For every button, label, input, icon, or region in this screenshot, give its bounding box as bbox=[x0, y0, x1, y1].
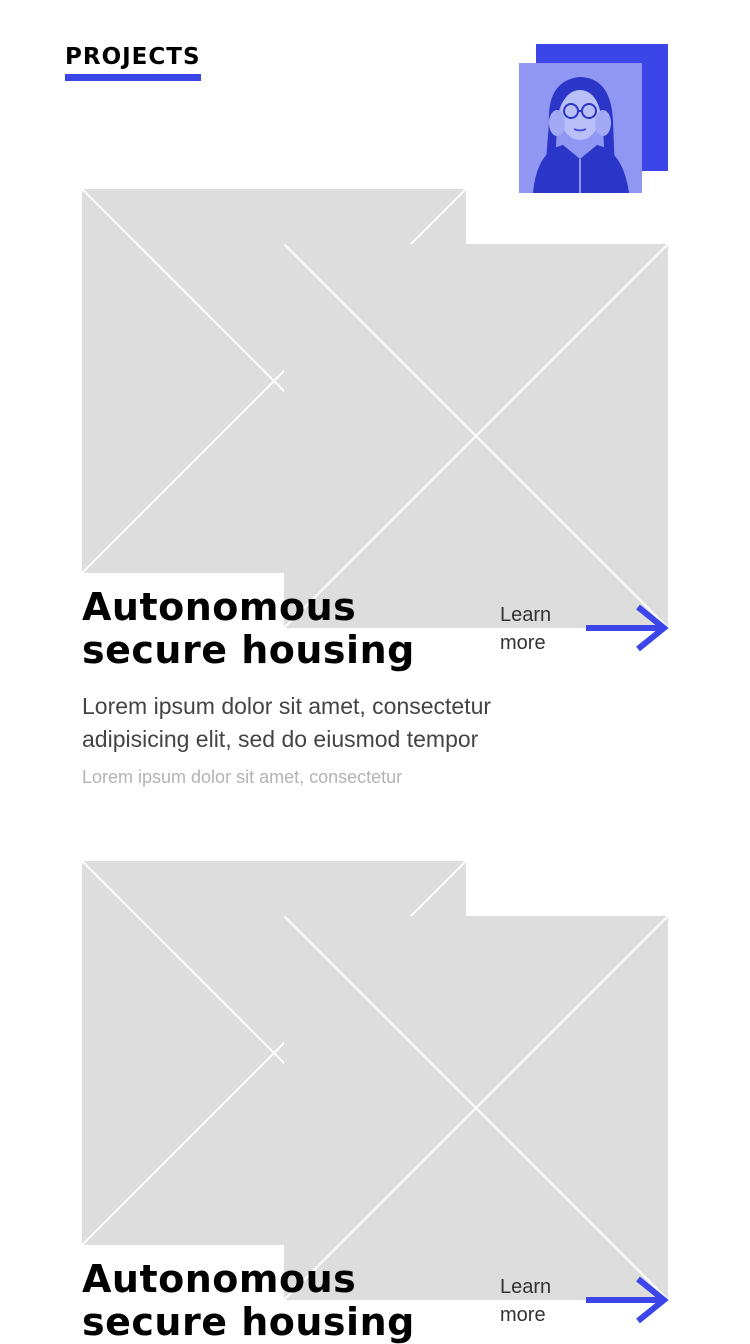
avatar[interactable] bbox=[519, 44, 668, 193]
project-title: Autonomous secure housing bbox=[82, 1258, 482, 1344]
project-title-line: secure housing bbox=[82, 628, 415, 672]
learn-more-link[interactable]: Learn more bbox=[500, 601, 570, 657]
learn-more-label: more bbox=[500, 1304, 546, 1326]
learn-more-label: more bbox=[500, 632, 546, 654]
project-description: Lorem ipsum dolor sit amet, consectetur … bbox=[82, 693, 492, 752]
project-title-line: Autonomous bbox=[82, 585, 357, 629]
learn-more-label: Learn bbox=[500, 1276, 552, 1298]
project-title-line: secure housing bbox=[82, 1300, 415, 1344]
project-image-front bbox=[284, 244, 668, 628]
project-title-line: Autonomous bbox=[82, 1257, 357, 1301]
arrow-right-icon[interactable] bbox=[584, 1276, 670, 1324]
project-image-front bbox=[284, 916, 668, 1300]
learn-more-link[interactable]: Learn more bbox=[500, 1273, 570, 1329]
page-title: PROJECTS bbox=[65, 42, 201, 81]
avatar-photo bbox=[519, 63, 642, 193]
project-title: Autonomous secure housing bbox=[82, 586, 482, 672]
project-subtext: Lorem ipsum dolor sit amet, consectetur bbox=[82, 767, 403, 787]
arrow-right-icon[interactable] bbox=[584, 604, 670, 652]
learn-more-label: Learn bbox=[500, 604, 552, 626]
